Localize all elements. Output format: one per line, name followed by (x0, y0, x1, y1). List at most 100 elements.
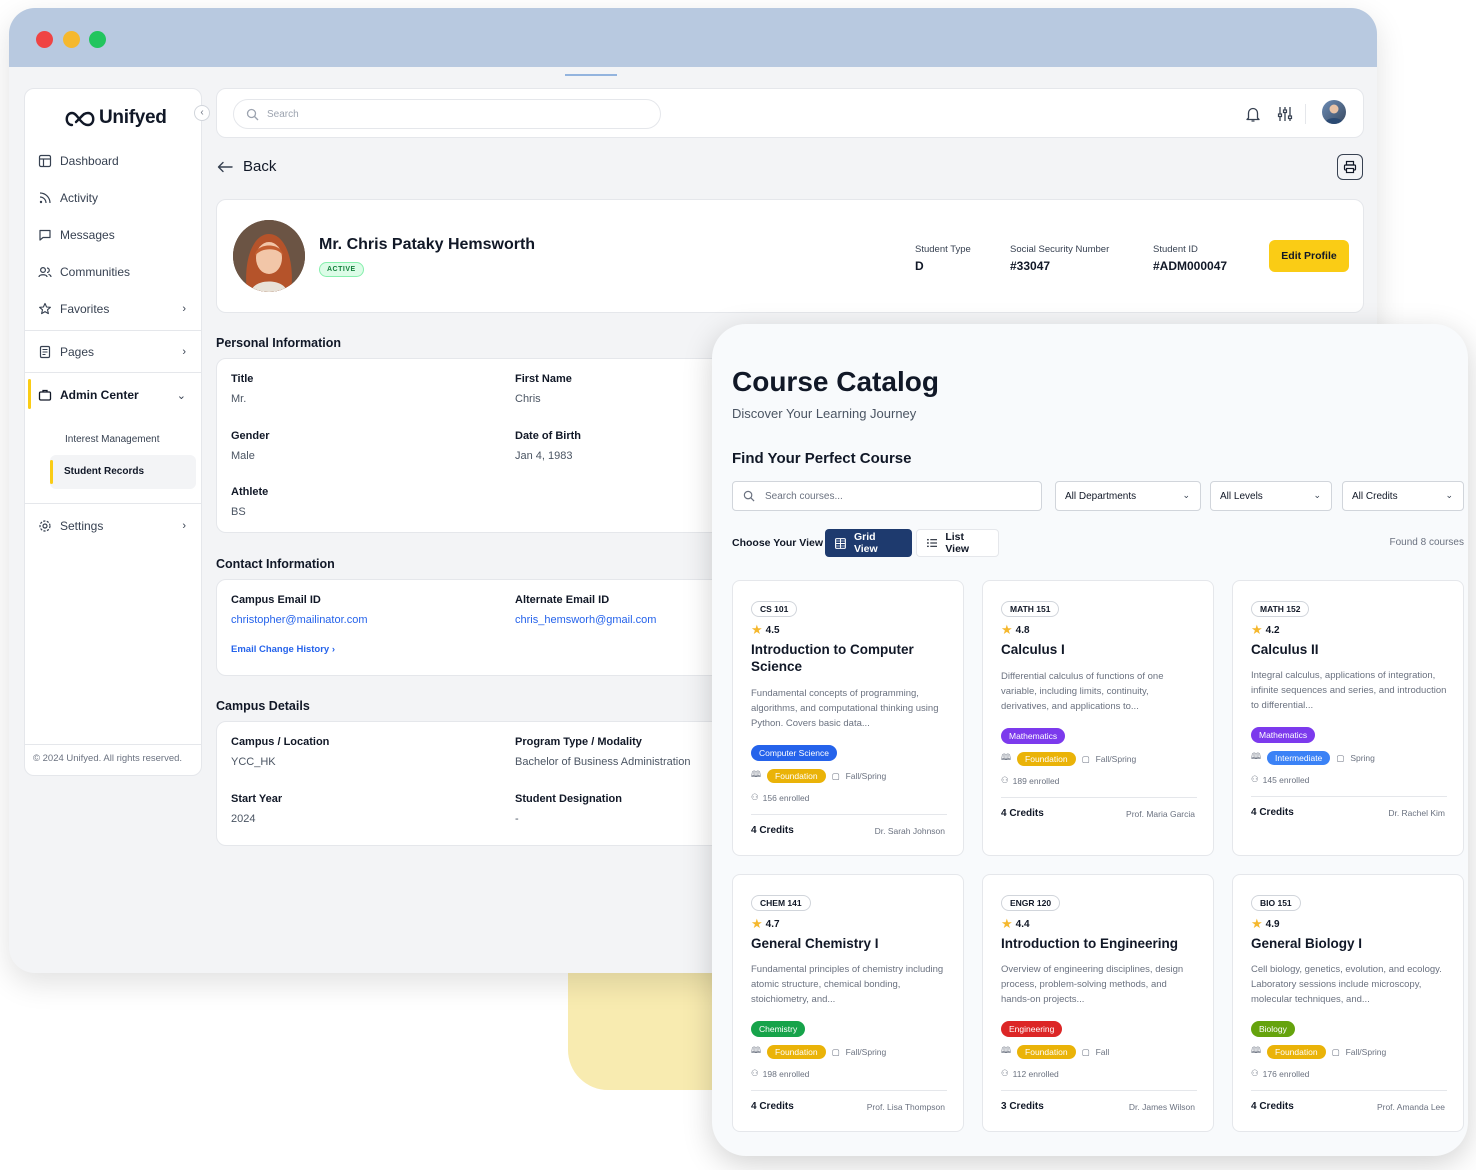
divider (1251, 1090, 1447, 1091)
status-badge: ACTIVE (319, 262, 364, 277)
pages-icon (38, 345, 52, 359)
grid-view-button[interactable]: Grid View (825, 529, 912, 557)
credits-filter[interactable]: All Credits ⌄ (1342, 481, 1464, 511)
sidebar-subitem-interest-management[interactable]: Interest Management (65, 434, 160, 445)
field-value: 2024 (231, 813, 256, 825)
course-card[interactable]: MATH 151 ★ 4.8 Calculus I Differential ca… (982, 580, 1214, 856)
bell-icon[interactable] (1244, 105, 1262, 123)
program-type-field: Program Type / Modality Bachelor of Busin… (515, 736, 690, 768)
course-card[interactable]: MATH 152 ★ 4.2 Calculus II Integral calcu… (1232, 580, 1464, 856)
chevron-down-icon: ⌄ (1445, 490, 1453, 500)
divider (1305, 104, 1306, 124)
sidebar-item-dashboard[interactable]: Dashboard (38, 150, 190, 172)
profile-card: Mr. Chris Pataky Hemsworth ACTIVE Studen… (216, 199, 1364, 313)
list-view-button[interactable]: List View (916, 529, 999, 557)
first-name-field: First Name Chris (515, 373, 572, 405)
dob-field: Date of Birth Jan 4, 1983 (515, 430, 581, 462)
users-icon: ⚇ (1251, 1068, 1259, 1078)
sidebar-item-pages[interactable]: Pages › (38, 341, 190, 363)
level-badge: Intermediate (1267, 751, 1331, 765)
student-designation-field: Student Designation - (515, 793, 622, 825)
message-icon (38, 228, 52, 242)
section-title-personal: Personal Information (216, 336, 342, 350)
user-avatar[interactable] (1322, 100, 1346, 124)
sidebar-item-admin-center[interactable]: Admin Center ⌄ (38, 384, 190, 406)
sidebar-subitem-student-records[interactable]: Student Records (50, 455, 196, 489)
sidebar-item-settings[interactable]: Settings › (38, 515, 190, 537)
field-label: Gender (231, 430, 270, 442)
sidebar-item-messages[interactable]: Messages (38, 224, 190, 246)
field-value: Bachelor of Business Administration (515, 756, 691, 768)
print-button[interactable] (1337, 154, 1363, 180)
course-meta: 🕮 Foundation ▢ Fall/Spring (1001, 752, 1136, 766)
course-credits: 4 Credits (1251, 1101, 1294, 1112)
chevron-down-icon: ⌄ (176, 389, 186, 402)
sidebar-item-label: Dashboard (60, 154, 119, 168)
field-label: Social Security Number (1010, 244, 1110, 255)
department-badge: Chemistry (751, 1021, 806, 1037)
email-link[interactable]: chris_hemsworh@gmail.com (515, 614, 656, 626)
level-filter[interactable]: All Levels ⌄ (1210, 481, 1332, 511)
field-label: Campus Email ID (231, 594, 321, 606)
rss-icon (38, 191, 52, 205)
users-icon: ⚇ (1251, 774, 1259, 784)
field-label: Athlete (231, 486, 269, 498)
sidebar-item-favorites[interactable]: Favorites › (38, 298, 190, 320)
field-label: Date of Birth (515, 430, 581, 442)
course-card[interactable]: CS 101 ★ 4.5 Introduction to Computer Sci… (732, 580, 964, 856)
profile-avatar (233, 220, 305, 292)
sidebar-item-label: Activity (60, 191, 99, 205)
minimize-dot[interactable] (63, 31, 80, 48)
loading-indicator (565, 74, 617, 76)
close-dot[interactable] (36, 31, 53, 48)
course-search-input[interactable]: Search courses... (732, 481, 1042, 511)
edit-profile-button[interactable]: Edit Profile (1269, 240, 1349, 272)
divider (1001, 1090, 1197, 1091)
course-card[interactable]: ENGR 120 ★ 4.4 Introduction to Engineerin… (982, 874, 1214, 1132)
maximize-dot[interactable] (89, 31, 106, 48)
title-bar (9, 8, 1377, 67)
divider (1251, 796, 1447, 797)
star-icon: ★ (1251, 622, 1263, 637)
search-input[interactable]: Search (233, 99, 661, 129)
back-button[interactable]: Back (217, 158, 276, 175)
field-value: Mr. (231, 393, 247, 405)
department-filter[interactable]: All Departments ⌄ (1055, 481, 1201, 511)
enrolled-count: ⚇ 176 enrolled (1251, 1068, 1309, 1079)
level-badge: Foundation (767, 769, 826, 783)
course-rating: ★ 4.7 (751, 916, 780, 932)
field-label: Start Year (231, 793, 283, 805)
email-link[interactable]: christopher@mailinator.com (231, 614, 368, 626)
back-label: Back (243, 158, 277, 175)
divider (25, 503, 201, 504)
course-card[interactable]: CHEM 141 ★ 4.7 General Chemistry I Fundam… (732, 874, 964, 1132)
field-label: Alternate Email ID (515, 594, 610, 606)
field-value: Jan 4, 1983 (515, 450, 573, 462)
filter-value: All Levels (1220, 490, 1263, 502)
sidebar-item-communities[interactable]: Communities (38, 261, 190, 283)
chevron-right-icon: › (182, 346, 186, 358)
field-value: Chris (515, 393, 541, 405)
chevron-down-icon: ⌄ (1313, 490, 1321, 500)
users-icon: ⚇ (751, 1068, 759, 1078)
filter-value: All Departments (1065, 490, 1137, 502)
logo: Unifyed (63, 107, 167, 129)
term-text: Fall/Spring (1095, 754, 1137, 764)
search-icon (743, 490, 755, 502)
top-bar: Search (216, 88, 1364, 138)
sidebar: Unifyed Dashboard Activity Messages Comm… (24, 88, 202, 776)
star-icon: ★ (1251, 916, 1263, 931)
divider (25, 372, 201, 373)
course-description: Differential calculus of functions of on… (1001, 671, 1164, 712)
chevron-right-icon: › (331, 644, 336, 655)
email-change-history-link[interactable]: Email Change History › (231, 644, 335, 655)
course-credits: 4 Credits (751, 825, 794, 836)
sidebar-collapse-button[interactable]: ‹ (194, 105, 210, 121)
book-icon: 🕮 (751, 1045, 762, 1055)
enrolled-count: ⚇ 145 enrolled (1251, 774, 1309, 785)
book-icon: 🕮 (1001, 752, 1012, 762)
calendar-icon: ▢ (1081, 753, 1090, 764)
course-card[interactable]: BIO 151 ★ 4.9 General Biology I Cell biol… (1232, 874, 1464, 1132)
sidebar-item-activity[interactable]: Activity (38, 187, 190, 209)
sliders-icon[interactable] (1276, 105, 1294, 123)
